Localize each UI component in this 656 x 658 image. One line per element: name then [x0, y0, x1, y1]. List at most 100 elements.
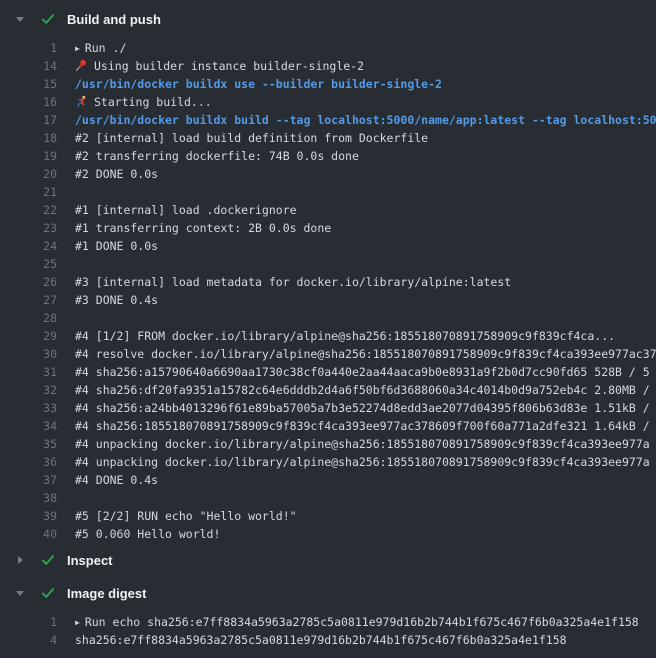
line-number-link[interactable]: 16 — [0, 93, 57, 111]
line-number-link[interactable]: 32 — [0, 381, 57, 399]
log-text: #1 DONE 0.0s — [75, 239, 158, 253]
line-number-link[interactable]: 26 — [0, 273, 57, 291]
log-line-text: #2 DONE 0.0s — [57, 165, 656, 183]
expander-arrow-icon[interactable]: ▶ — [75, 40, 80, 57]
line-number-link[interactable]: 38 — [0, 489, 57, 507]
log-text: /usr/bin/docker buildx use --builder bui… — [75, 77, 442, 91]
log-text: #4 sha256:a24bb4013296f61e89ba57005a7b3e… — [75, 401, 650, 415]
line-number-link[interactable]: 40 — [0, 525, 57, 543]
log-text: /usr/bin/docker buildx build --tag local… — [75, 113, 656, 127]
log-line-text: #3 [internal] load metadata for docker.i… — [57, 273, 656, 291]
line-number-link[interactable]: 14 — [0, 57, 57, 75]
line-number-link[interactable]: 37 — [0, 471, 57, 489]
line-number-link[interactable]: 30 — [0, 345, 57, 363]
log-line: 33 #4 sha256:a24bb4013296f61e89ba57005a7b… — [0, 399, 656, 417]
log-line: 39 #5 [2/2] RUN echo "Hello world!" — [0, 507, 656, 525]
line-number-link[interactable]: 4 — [0, 631, 57, 649]
step-header-image-digest[interactable]: Image digest — [0, 579, 656, 607]
log-line-text: /usr/bin/docker buildx build --tag local… — [57, 111, 656, 129]
log-line: 29 #4 [1/2] FROM docker.io/library/alpine… — [0, 327, 656, 345]
log-line-text: #1 transferring context: 2B 0.0s done — [57, 219, 656, 237]
step-header-build-and-push[interactable]: Build and push — [0, 5, 656, 33]
log-text: #4 unpacking docker.io/library/alpine@sh… — [75, 455, 650, 469]
chevron-right-icon[interactable] — [12, 552, 28, 568]
log-line: 1 ▶ Run ./ — [0, 39, 656, 57]
runner-emoji-icon — [75, 93, 88, 111]
log-line-text: #4 sha256:185518070891758909c9f839cf4ca3… — [57, 417, 656, 435]
line-number-link[interactable]: 19 — [0, 147, 57, 165]
log-text: #1 [internal] load .dockerignore — [75, 203, 297, 217]
line-number-link[interactable]: 36 — [0, 453, 57, 471]
log-line: 34 #4 sha256:185518070891758909c9f839cf4c… — [0, 417, 656, 435]
log-text: Using builder instance builder-single-2 — [94, 59, 364, 73]
log-text: #2 transferring dockerfile: 74B 0.0s don… — [75, 149, 359, 163]
line-number-link[interactable]: 28 — [0, 309, 57, 327]
line-number-link[interactable]: 1 — [0, 39, 57, 57]
log-line: 23#1 transferring context: 2B 0.0s done — [0, 219, 656, 237]
log-line-text: #4 unpacking docker.io/library/alpine@sh… — [57, 435, 656, 453]
log-line: 21 — [0, 183, 656, 201]
log-text: #5 [2/2] RUN echo "Hello world!" — [75, 509, 297, 523]
log-text: Run echo sha256:e7ff8834a5963a2785c5a081… — [85, 615, 639, 629]
log-line: 30#4 resolve docker.io/library/alpine@sh… — [0, 345, 656, 363]
log-line-text: #4 resolve docker.io/library/alpine@sha2… — [57, 345, 656, 363]
log-line-text — [57, 309, 656, 327]
log-text: Run ./ — [85, 41, 127, 55]
line-number-link[interactable]: 15 — [0, 75, 57, 93]
line-number-link[interactable]: 20 — [0, 165, 57, 183]
line-number-link[interactable]: 35 — [0, 435, 57, 453]
log-line: 17/usr/bin/docker buildx build --tag loc… — [0, 111, 656, 129]
log-text: #4 sha256:185518070891758909c9f839cf4ca3… — [75, 419, 650, 433]
log-text: Starting build... — [94, 95, 212, 109]
log-text: #4 [1/2] FROM docker.io/library/alpine@s… — [75, 329, 615, 343]
log-line: 19 #2 transferring dockerfile: 74B 0.0s d… — [0, 147, 656, 165]
line-number-link[interactable]: 34 — [0, 417, 57, 435]
log-line-text: #4 sha256:df20fa9351a15782c64e6dddb2d4a6… — [57, 381, 656, 399]
step-log-lines: 1 ▶ Run echo sha256:e7ff8834a5963a2785c5a0… — [0, 613, 656, 649]
line-number-link[interactable]: 18 — [0, 129, 57, 147]
log-line-text: sha256:e7ff8834a5963a2785c5a0811e979d16b… — [57, 631, 656, 649]
log-line: 16 Starting build... — [0, 93, 656, 111]
check-success-icon — [40, 585, 56, 601]
line-number-link[interactable]: 33 — [0, 399, 57, 417]
chevron-down-icon[interactable] — [12, 585, 28, 601]
step-section-inspect: Inspect — [0, 546, 656, 574]
log-line-text: #4 sha256:a15790640a6690aa1730c38cf0a440… — [57, 363, 656, 381]
log-text: #5 0.060 Hello world! — [75, 527, 220, 541]
log-text: sha256:e7ff8834a5963a2785c5a0811e979d16b… — [75, 633, 567, 647]
log-line-text: ▶ Run ./ — [57, 39, 656, 57]
line-number-link[interactable]: 31 — [0, 363, 57, 381]
line-number-link[interactable]: 1 — [0, 613, 57, 631]
line-number-link[interactable]: 22 — [0, 201, 57, 219]
line-number-link[interactable]: 25 — [0, 255, 57, 273]
log-line-text: #3 DONE 0.4s — [57, 291, 656, 309]
log-text: #3 [internal] load metadata for docker.i… — [75, 275, 511, 289]
expander-arrow-icon[interactable]: ▶ — [75, 614, 80, 631]
log-line-text: #5 0.060 Hello world! — [57, 525, 656, 543]
line-number-link[interactable]: 27 — [0, 291, 57, 309]
log-line: 14 Using builder instance builder-single-… — [0, 57, 656, 75]
log-line-text: Starting build... — [57, 93, 656, 111]
log-line: 22 #1 [internal] load .dockerignore — [0, 201, 656, 219]
log-line-text: #4 [1/2] FROM docker.io/library/alpine@s… — [57, 327, 656, 345]
step-section-build-and-push: Build and push 1 ▶ Run ./ 14 Using builder in… — [0, 5, 656, 543]
log-line: 37#4 DONE 0.4s — [0, 471, 656, 489]
line-number-link[interactable]: 23 — [0, 219, 57, 237]
step-log-lines: 1 ▶ Run ./ 14 Using builder instance builder… — [0, 39, 656, 543]
line-number-link[interactable]: 17 — [0, 111, 57, 129]
line-number-link[interactable]: 24 — [0, 237, 57, 255]
line-number-link[interactable]: 29 — [0, 327, 57, 345]
log-line: 1 ▶ Run echo sha256:e7ff8834a5963a2785c5a0… — [0, 613, 656, 631]
step-header-inspect[interactable]: Inspect — [0, 546, 656, 574]
log-line: 24 #1 DONE 0.0s — [0, 237, 656, 255]
log-line-text: ▶ Run echo sha256:e7ff8834a5963a2785c5a08… — [57, 613, 656, 631]
line-number-link[interactable]: 39 — [0, 507, 57, 525]
log-line-text: #1 [internal] load .dockerignore — [57, 201, 656, 219]
chevron-down-icon[interactable] — [12, 11, 28, 27]
line-number-link[interactable]: 21 — [0, 183, 57, 201]
log-line-text — [57, 255, 656, 273]
step-title: Inspect — [67, 553, 113, 568]
log-line-text: /usr/bin/docker buildx use --builder bui… — [57, 75, 656, 93]
log-line-text: #4 DONE 0.4s — [57, 471, 656, 489]
log-text: #2 [internal] load build definition from… — [75, 131, 428, 145]
